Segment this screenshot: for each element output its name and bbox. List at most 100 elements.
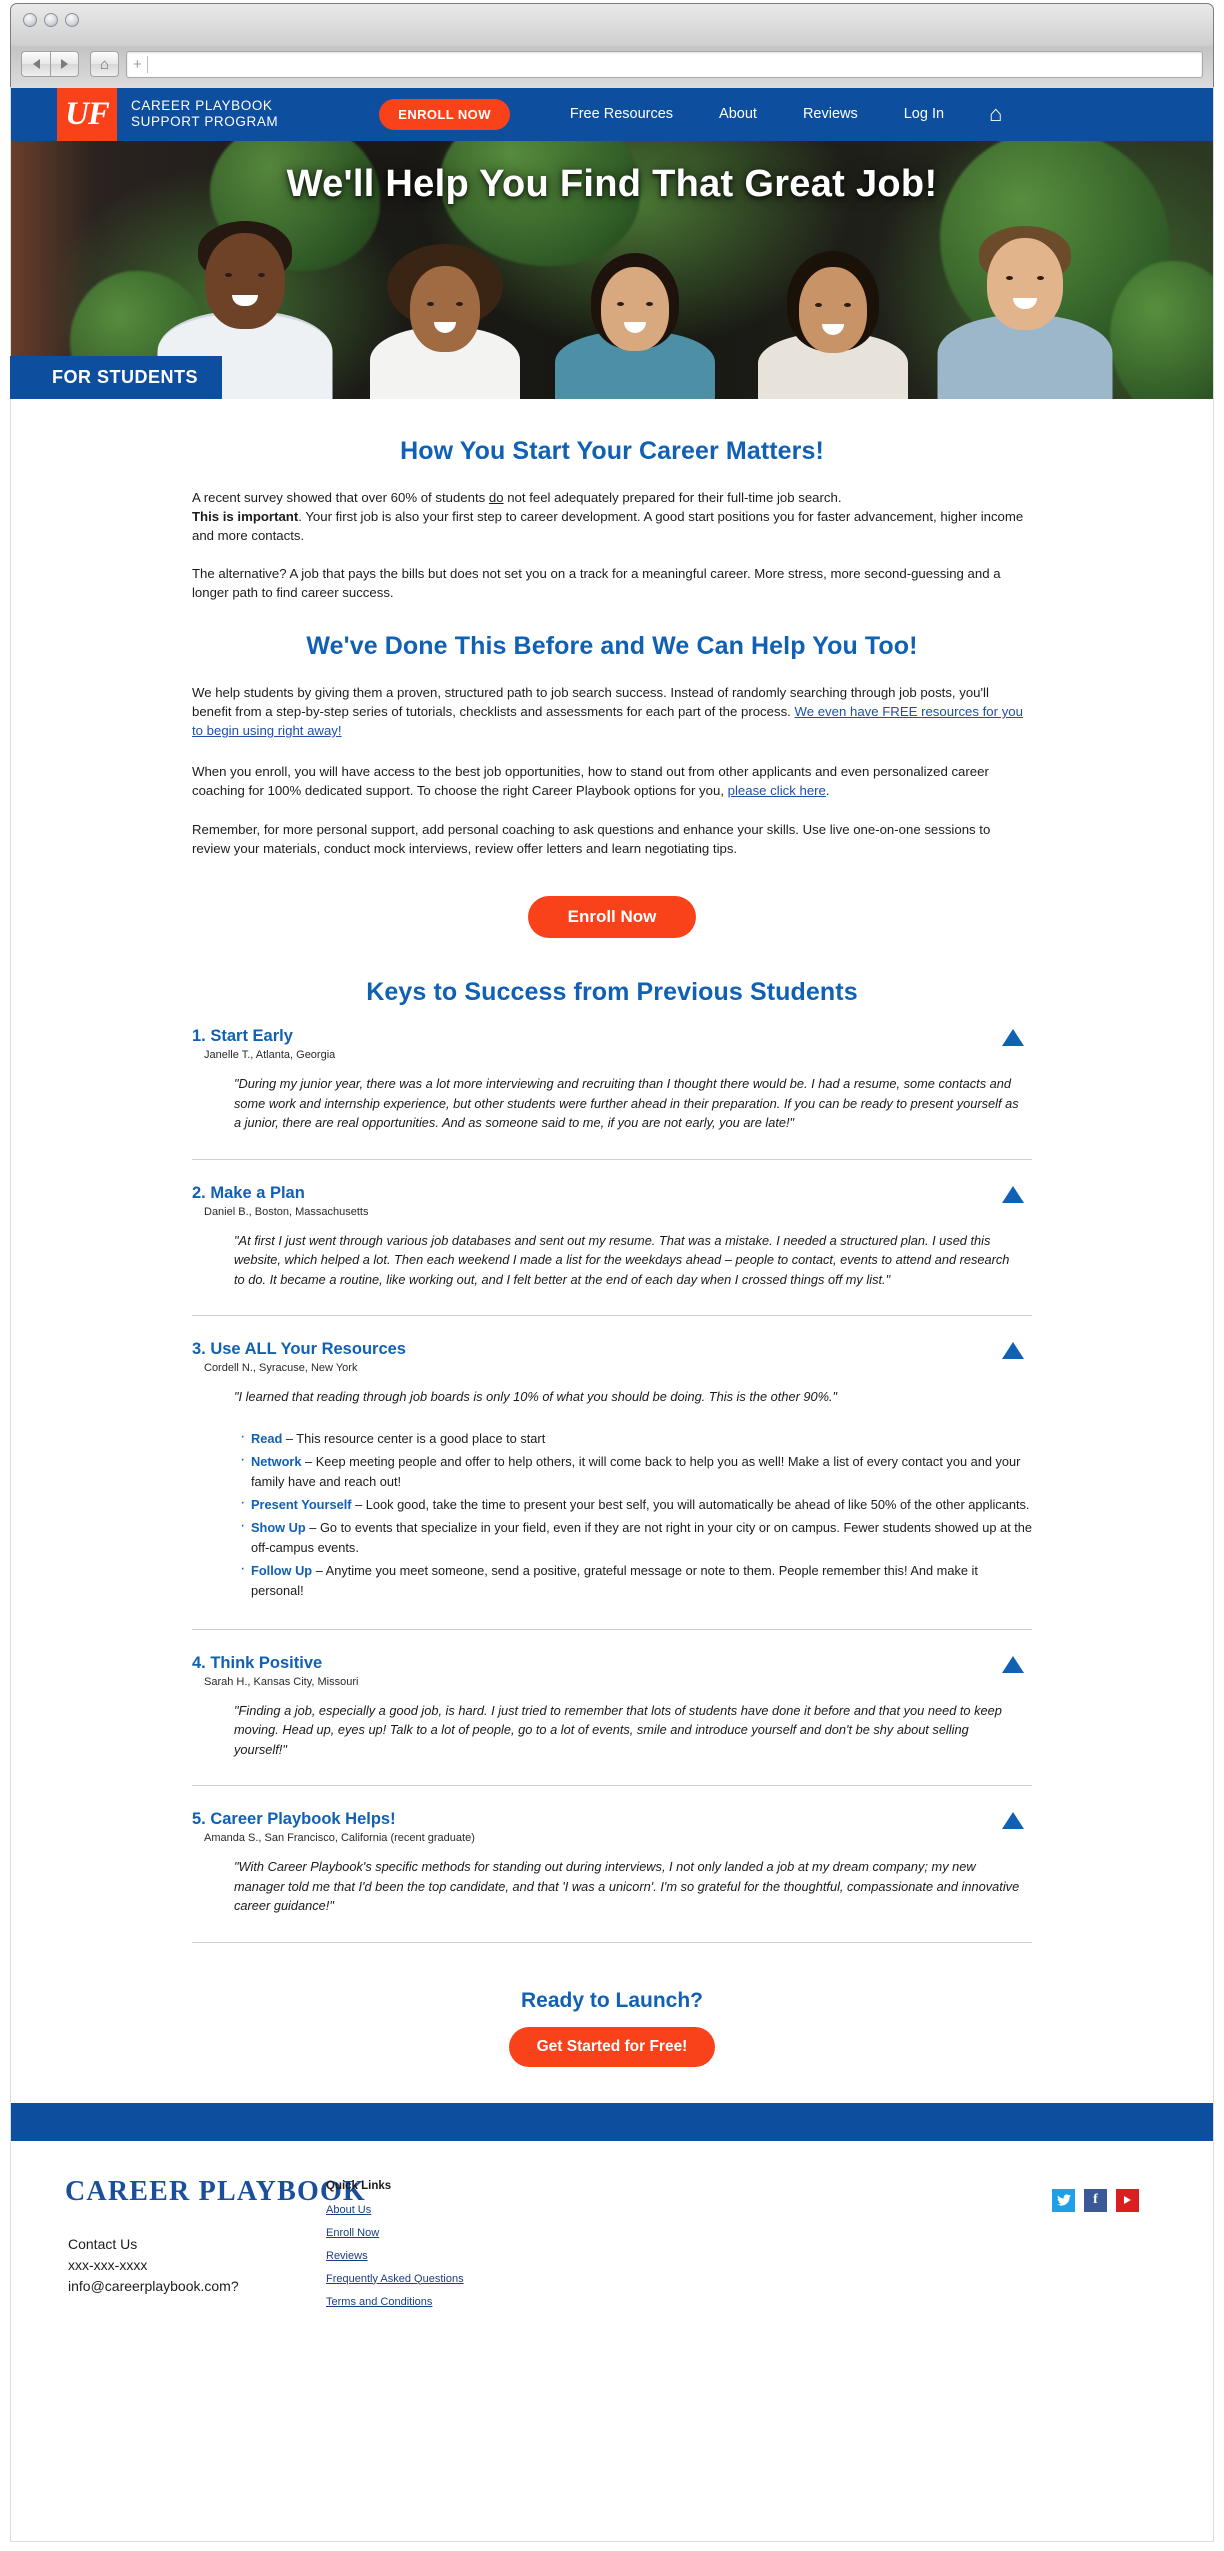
footer-quick-links: Quick Links About Us Enroll Now Reviews …	[326, 2180, 464, 2319]
nav-item-about[interactable]: About	[719, 106, 757, 122]
forward-arrow-icon	[61, 59, 68, 69]
uf-logo-text: UF	[65, 95, 110, 132]
survey-text-b: not feel adequately prepared for their f…	[503, 490, 842, 505]
nav-item-reviews[interactable]: Reviews	[803, 106, 858, 122]
accordion-item-career-playbook-helps[interactable]: 5. Career Playbook Helps! Amanda S., San…	[192, 1810, 1032, 1916]
uf-logo-mark: UF	[57, 87, 117, 141]
bullet-text: – Keep meeting people and offer to help …	[251, 1453, 1021, 1489]
section-heading-done-before: We've Done This Before and We Can Help Y…	[306, 632, 918, 660]
paragraph-structured-path: We help students by giving them a proven…	[192, 683, 1032, 740]
maximize-window-button[interactable]	[65, 13, 79, 27]
quick-links-title: Quick Links	[326, 2179, 392, 2192]
twitter-icon[interactable]	[1052, 2188, 1075, 2212]
browser-home-button[interactable]: ⌂	[90, 51, 119, 77]
list-item: Network – Keep meeting people and offer …	[240, 1450, 1032, 1492]
brand-line-2: SUPPORT PROGRAM	[131, 114, 279, 129]
play-triangle-icon	[1124, 2196, 1131, 2204]
minimize-window-button[interactable]	[44, 13, 58, 27]
list-item: Read – This resource center is a good pl…	[240, 1427, 1032, 1449]
address-bar[interactable]: +	[126, 50, 1203, 78]
browser-chrome: ⌂ +	[10, 3, 1214, 89]
accordion-item-start-early[interactable]: 1. Start Early Janelle T., Atlanta, Geor…	[192, 1027, 1032, 1133]
brand-line-1: CAREER PLAYBOOK	[131, 98, 273, 113]
bullet-lead: Read	[251, 1430, 283, 1446]
address-bar-divider	[146, 55, 148, 73]
browser-toolbar: ⌂ +	[11, 39, 1213, 89]
forward-button[interactable]	[50, 51, 79, 77]
site-header: UF CAREER PLAYBOOK SUPPORT PROGRAM ENROL…	[10, 87, 1214, 141]
page-root: ⌂ + UF CAREER PLAYBOOK SUPPORT PROGRAM E…	[0, 0, 1224, 2551]
accordion-quote: "At first I just went through various jo…	[234, 1232, 1010, 1287]
section-heading-keys-to-success: Keys to Success from Previous Students	[366, 978, 858, 1006]
divider	[192, 1158, 1032, 1160]
footer-logo: CAREER PLAYBOOK	[65, 2175, 366, 2207]
section-heading-career-matters: How You Start Your Career Matters!	[400, 437, 824, 465]
footer-link-reviews[interactable]: Reviews	[326, 2250, 464, 2262]
youtube-icon[interactable]	[1116, 2188, 1139, 2212]
resources-bullet-list: Read – This resource center is a good pl…	[240, 1427, 1033, 1601]
bullet-text: – Look good, take the time to present yo…	[351, 1496, 1030, 1512]
accordion-quote: "Finding a job, especially a good job, i…	[234, 1702, 1002, 1757]
bullet-text: – Anytime you meet someone, send a posit…	[251, 1562, 978, 1598]
triangle-up-icon[interactable]	[1002, 1342, 1024, 1359]
new-tab-icon[interactable]: +	[133, 56, 142, 73]
nav-item-free-resources[interactable]: Free Resources	[570, 106, 673, 122]
please-click-here-link[interactable]: please click here	[728, 783, 826, 798]
footer-link-about-us[interactable]: About Us	[326, 2204, 464, 2216]
bullet-lead: Follow Up	[251, 1562, 313, 1578]
triangle-up-icon[interactable]	[1002, 1185, 1024, 1203]
accordion-title: 1. Start Early	[192, 1027, 293, 1045]
enroll-access-period: .	[825, 783, 830, 798]
divider	[192, 1628, 1032, 1630]
bullet-lead: Present Yourself	[251, 1496, 352, 1512]
triangle-up-icon[interactable]	[1002, 1812, 1024, 1829]
nav-button-group	[21, 51, 79, 77]
accordion-item-use-all-your-resources[interactable]: 3. Use ALL Your Resources Cordell N., Sy…	[192, 1340, 1032, 1601]
ready-to-launch-heading: Ready to Launch?	[520, 1988, 704, 2012]
footer-contact-title: Contact Us	[68, 2235, 138, 2252]
hero-banner: We'll Help You Find That Great Job! FOR …	[10, 141, 1214, 399]
content-inner: How You Start Your Career Matters! A rec…	[192, 437, 1032, 2067]
footer-link-enroll-now[interactable]: Enroll Now	[326, 2227, 464, 2239]
paragraph-personal-support: Remember, for more personal support, add…	[192, 822, 991, 856]
main-content: How You Start Your Career Matters! A rec…	[10, 437, 1214, 2326]
for-students-badge: FOR STUDENTS	[10, 356, 223, 399]
site-logo[interactable]: UF CAREER PLAYBOOK SUPPORT PROGRAM	[57, 87, 278, 141]
student-photo-figure	[740, 249, 925, 399]
site-footer: CAREER PLAYBOOK Contact Us xxx-xxx-xxxx …	[10, 2140, 1214, 2326]
get-started-free-button[interactable]: Get Started for Free!	[508, 2026, 716, 2067]
list-item: Present Yourself – Look good, take the t…	[240, 1493, 1032, 1515]
nav-item-log-in[interactable]: Log In	[904, 106, 944, 122]
footer-link-terms[interactable]: Terms and Conditions	[326, 2296, 464, 2308]
accordion-quote: "During my junior year, there was a lot …	[234, 1076, 1019, 1130]
survey-emphasis-do: do	[488, 490, 504, 505]
enroll-now-cta-button[interactable]: Enroll Now	[527, 896, 697, 938]
triangle-up-icon[interactable]	[1002, 1655, 1024, 1673]
footer-link-faq[interactable]: Frequently Asked Questions	[326, 2273, 464, 2285]
student-photo-figure	[925, 224, 1125, 399]
student-photo-figure	[355, 244, 535, 399]
accordion-title: 4. Think Positive	[192, 1653, 323, 1672]
accordion-item-think-positive[interactable]: 4. Think Positive Sarah H., Kansas City,…	[192, 1654, 1032, 1760]
back-button[interactable]	[21, 51, 50, 77]
enroll-access-text: When you enroll, you will have access to…	[192, 764, 989, 798]
accordion-quote: "I learned that reading through job boar…	[234, 1389, 838, 1404]
main-nav: Free Resources About Reviews Log In	[570, 106, 944, 122]
triangle-up-icon[interactable]	[1002, 1029, 1024, 1046]
window-controls	[23, 13, 79, 27]
student-photo-figure	[540, 249, 730, 399]
close-window-button[interactable]	[23, 13, 37, 27]
hero-headline: We'll Help You Find That Great Job!	[286, 163, 938, 205]
header-enroll-now-button[interactable]: ENROLL NOW	[379, 98, 510, 130]
facebook-icon[interactable]: f	[1084, 2188, 1107, 2212]
nav-home-icon[interactable]: ⌂	[989, 103, 1002, 125]
bullet-text: – Go to events that specialize in your f…	[251, 1519, 1033, 1555]
accordion-title: 3. Use ALL Your Resources	[192, 1340, 406, 1358]
survey-bold-important: This is important	[192, 509, 299, 524]
accordion-author: Janelle T., Atlanta, Georgia	[204, 1049, 336, 1061]
accordion-item-make-a-plan[interactable]: 2. Make a Plan Daniel B., Boston, Massac…	[192, 1184, 1032, 1290]
survey-text-c: . Your first job is also your first step…	[192, 509, 1024, 543]
accordion-author: Sarah H., Kansas City, Missouri	[204, 1675, 359, 1688]
list-item: Follow Up – Anytime you meet someone, se…	[240, 1559, 1032, 1601]
bullet-lead: Show Up	[251, 1519, 306, 1535]
